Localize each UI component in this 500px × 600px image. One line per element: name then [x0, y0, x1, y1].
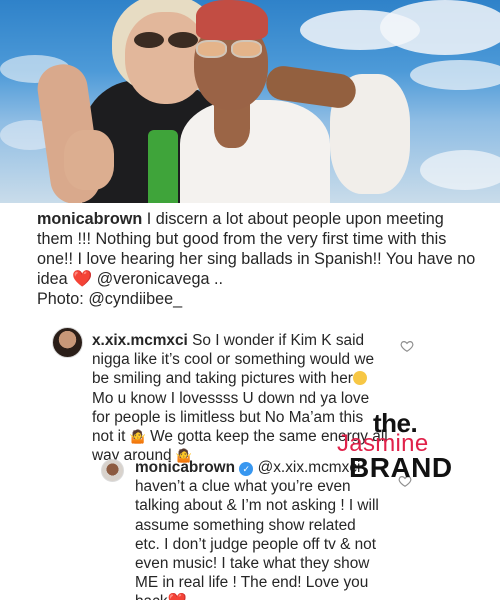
- photo-credit-mention[interactable]: @cyndiibee_: [88, 290, 182, 308]
- cloud: [420, 150, 500, 190]
- avatar[interactable]: [101, 459, 124, 482]
- person-right-headscarf: [196, 0, 268, 40]
- watermark-logo: the. Jasmine BRAND: [337, 408, 467, 483]
- watermark-line: BRAND: [349, 452, 453, 483]
- grimace-emoji-icon: [352, 371, 367, 386]
- caption-mention[interactable]: @veronicavega: [97, 270, 210, 288]
- caption-username[interactable]: monicabrown: [37, 210, 142, 228]
- comment-text: haven’t a clue what you’re even talking …: [135, 478, 379, 600]
- verified-badge-icon: ✓: [239, 462, 254, 476]
- red-heart-icon: ❤️: [168, 593, 187, 600]
- comment-username[interactable]: x.xix.mcmxci: [92, 332, 188, 349]
- caption-after: ..: [209, 270, 223, 288]
- person-left-sunglasses: [134, 32, 204, 48]
- red-heart-icon: ❤️: [72, 270, 93, 288]
- avatar[interactable]: [52, 327, 83, 358]
- cloud: [410, 60, 500, 90]
- post-photo: [0, 0, 500, 203]
- person-left-top: [148, 130, 178, 203]
- heart-outline-icon[interactable]: [400, 339, 414, 353]
- photo-credit-label: Photo:: [37, 290, 89, 308]
- woman-shrugging-emoji-icon: 🤷: [129, 429, 146, 445]
- post-caption: monicabrown I discern a lot about people…: [37, 209, 477, 309]
- person-left-hand: [64, 130, 114, 190]
- cloud: [380, 0, 500, 55]
- comment: monicabrown ✓ @x.xix.mcmxci haven’t a cl…: [135, 458, 383, 600]
- person-right-outfit: [180, 100, 330, 203]
- comment-username[interactable]: monicabrown: [135, 459, 235, 476]
- person-right-sunglasses: [196, 40, 266, 58]
